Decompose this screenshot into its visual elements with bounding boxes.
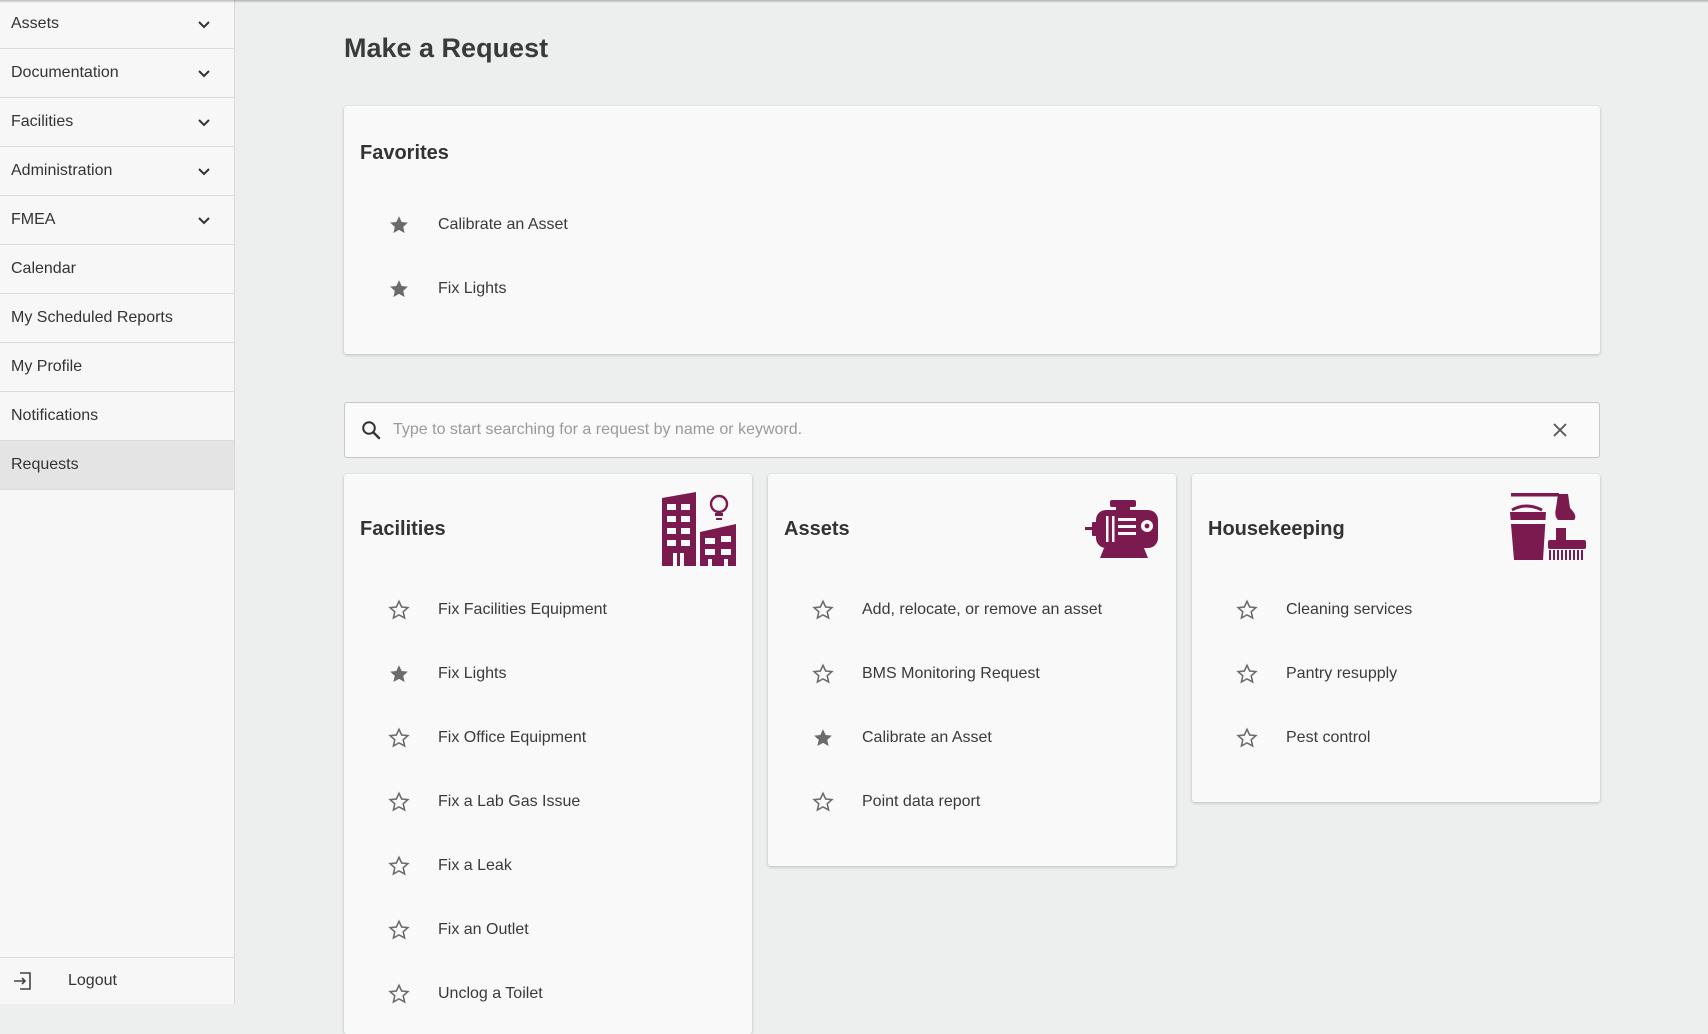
star-outline-icon[interactable] <box>812 663 834 685</box>
request-label: Pest control <box>1286 729 1371 746</box>
list-item[interactable]: Fix Facilities Equipment <box>388 578 607 642</box>
star-filled-icon[interactable] <box>388 663 410 685</box>
sidebar-item-facilities[interactable]: Facilities <box>0 98 234 147</box>
sidebar-item-my-scheduled-reports[interactable]: My Scheduled Reports <box>0 294 234 343</box>
list-item[interactable]: Fix Lights <box>388 642 607 706</box>
star-outline-icon[interactable] <box>812 599 834 621</box>
category-title: Housekeeping <box>1208 518 1345 540</box>
search-input[interactable] <box>393 421 1551 439</box>
star-filled-icon[interactable] <box>388 214 410 236</box>
request-label: BMS Monitoring Request <box>862 665 1040 682</box>
sidebar-item-label: Calendar <box>11 260 76 277</box>
request-label: Fix a Leak <box>438 857 512 874</box>
logout-icon <box>14 972 31 990</box>
request-label: Fix Lights <box>438 280 507 297</box>
sidebar-item-my-profile[interactable]: My Profile <box>0 343 234 392</box>
sidebar-item-notifications[interactable]: Notifications <box>0 392 234 441</box>
category-title: Assets <box>784 518 850 540</box>
list-item[interactable]: Unclog a Toilet <box>388 962 607 1026</box>
sidebar-item-calendar[interactable]: Calendar <box>0 245 234 294</box>
request-label: Fix Lights <box>438 665 507 682</box>
request-label: Cleaning services <box>1286 601 1413 618</box>
list-item[interactable]: Calibrate an Asset <box>812 706 1102 770</box>
sidebar-item-label: Assets <box>11 15 60 32</box>
request-label: Unclog a Toilet <box>438 985 543 1002</box>
request-list: Fix Facilities Equipment Fix Lights Fix … <box>388 578 607 1026</box>
list-item[interactable]: Calibrate an Asset <box>388 193 568 257</box>
favorites-card: Favorites Calibrate an Asset Fix Lights <box>344 106 1600 354</box>
request-list: Add, relocate, or remove an asset BMS Mo… <box>812 578 1102 834</box>
list-item[interactable]: Cleaning services <box>1236 578 1412 642</box>
search-icon <box>362 421 381 440</box>
list-item[interactable]: Point data report <box>812 770 1102 834</box>
list-item[interactable]: BMS Monitoring Request <box>812 642 1102 706</box>
list-item[interactable]: Fix an Outlet <box>388 898 607 962</box>
star-filled-icon[interactable] <box>388 278 410 300</box>
star-outline-icon[interactable] <box>388 919 410 941</box>
request-list: Cleaning services Pantry resupply Pest c… <box>1236 578 1412 770</box>
chevron-down-icon <box>198 217 210 225</box>
sidebar-item-assets[interactable]: Assets <box>0 0 234 49</box>
request-label: Point data report <box>862 793 981 810</box>
request-label: Fix Office Equipment <box>438 729 587 746</box>
logout-button[interactable]: Logout <box>0 957 234 1004</box>
sidebar-item-administration[interactable]: Administration <box>0 147 234 196</box>
sidebar: Assets Documentation Facilities Administ… <box>0 0 235 1004</box>
list-item[interactable]: Pest control <box>1236 706 1412 770</box>
star-outline-icon[interactable] <box>1236 727 1258 749</box>
request-label: Fix Facilities Equipment <box>438 601 607 618</box>
sidebar-item-label: My Scheduled Reports <box>11 309 173 326</box>
sidebar-item-label: FMEA <box>11 211 56 228</box>
buildings-icon <box>662 492 736 566</box>
star-outline-icon[interactable] <box>1236 663 1258 685</box>
category-title: Facilities <box>360 518 446 540</box>
list-item[interactable]: Add, relocate, or remove an asset <box>812 578 1102 642</box>
star-outline-icon[interactable] <box>388 727 410 749</box>
list-item[interactable]: Fix a Lab Gas Issue <box>388 770 607 834</box>
request-label: Fix a Lab Gas Issue <box>438 793 581 810</box>
star-outline-icon[interactable] <box>812 791 834 813</box>
star-outline-icon[interactable] <box>388 983 410 1005</box>
sidebar-item-requests[interactable]: Requests <box>0 441 234 490</box>
list-item[interactable]: Pantry resupply <box>1236 642 1412 706</box>
category-card-assets: Assets Add, relocate, or remove an asset <box>768 474 1176 866</box>
favorites-list: Calibrate an Asset Fix Lights <box>388 193 568 321</box>
list-item[interactable]: Fix Office Equipment <box>388 706 607 770</box>
chevron-down-icon <box>198 119 210 127</box>
sidebar-item-label: Notifications <box>11 407 99 424</box>
category-card-facilities: Facilities Fix Facilities Equipment Fix … <box>344 474 752 1034</box>
sidebar-item-fmea[interactable]: FMEA <box>0 196 234 245</box>
star-outline-icon[interactable] <box>388 791 410 813</box>
request-label: Fix an Outlet <box>438 921 529 938</box>
star-outline-icon[interactable] <box>388 599 410 621</box>
category-card-housekeeping: Housekeeping Cleaning services Pantry re… <box>1192 474 1600 802</box>
chevron-down-icon <box>198 70 210 78</box>
sidebar-item-label: Facilities <box>11 113 74 130</box>
motor-icon <box>1085 500 1158 558</box>
chevron-down-icon <box>198 168 210 176</box>
request-label: Add, relocate, or remove an asset <box>862 601 1103 618</box>
clear-search-icon[interactable] <box>1551 421 1569 439</box>
chevron-down-icon <box>198 21 210 29</box>
page-title: Make a Request <box>344 33 549 63</box>
star-outline-icon[interactable] <box>1236 599 1258 621</box>
favorites-title: Favorites <box>360 142 449 164</box>
star-outline-icon[interactable] <box>388 855 410 877</box>
cleaning-supplies-icon <box>1510 493 1586 560</box>
sidebar-item-label: Requests <box>11 456 79 473</box>
sidebar-item-label: My Profile <box>11 358 83 375</box>
search-bar <box>344 402 1600 458</box>
star-filled-icon[interactable] <box>812 727 834 749</box>
sidebar-item-documentation[interactable]: Documentation <box>0 49 234 98</box>
list-item[interactable]: Fix a Leak <box>388 834 607 898</box>
logout-label: Logout <box>68 972 117 989</box>
sidebar-item-label: Documentation <box>11 64 119 81</box>
list-item[interactable]: Fix Lights <box>388 257 568 321</box>
sidebar-item-label: Administration <box>11 162 113 179</box>
request-label: Calibrate an Asset <box>438 216 568 233</box>
request-label: Pantry resupply <box>1286 665 1398 682</box>
request-label: Calibrate an Asset <box>862 729 992 746</box>
